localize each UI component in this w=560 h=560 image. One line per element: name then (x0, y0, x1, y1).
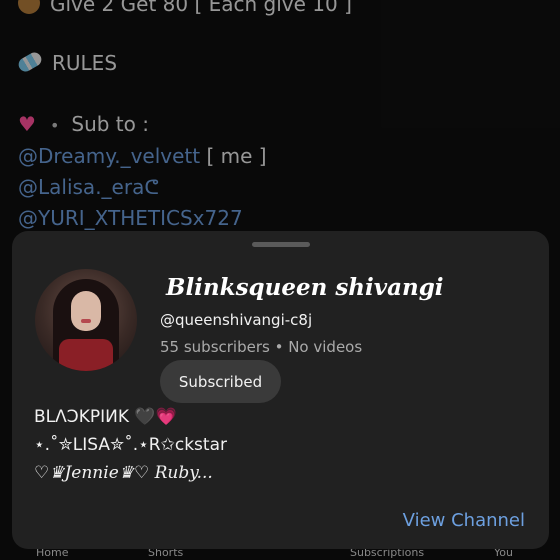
drag-handle[interactable] (252, 242, 310, 247)
channel-description-line-3: ♡♛Jennie♛♡ Ruby... (34, 463, 213, 483)
view-channel-link[interactable]: View Channel (403, 510, 525, 531)
channel-sheet: Blinksqueen shivangi @queenshivangi-c8j … (12, 231, 549, 549)
subscribed-button[interactable]: Subscribed (160, 360, 281, 403)
channel-description-line-2: ⋆.˚✮LISA✮˚.⋆R✩ckstar (34, 435, 227, 455)
channel-meta: 55 subscribers • No videos (160, 338, 363, 356)
avatar[interactable] (35, 269, 137, 371)
channel-name: Blinksqueen shivangi (166, 274, 444, 301)
channel-handle: @queenshivangi-c8j (160, 311, 313, 329)
channel-description-line-1: BLΛϽKPIИK 🖤💗 (34, 407, 177, 427)
